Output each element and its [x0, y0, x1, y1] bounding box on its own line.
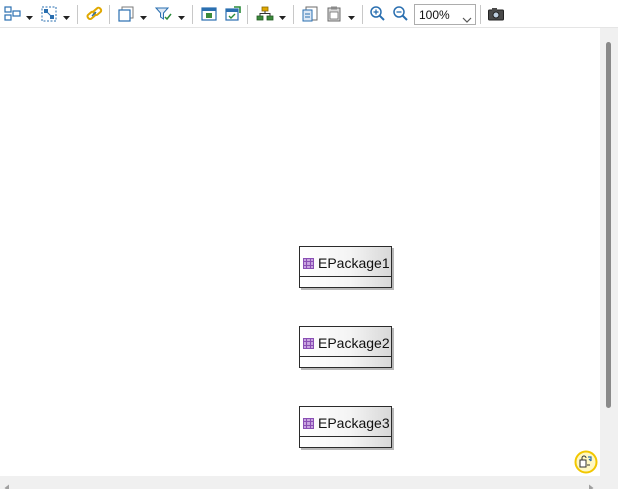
node-header: EPackage3 — [300, 407, 391, 437]
diagram-toolbar: 100% — [0, 0, 618, 28]
copy-format-icon[interactable] — [301, 5, 319, 23]
toolbar-separator — [362, 5, 363, 24]
epackage-icon — [303, 336, 314, 349]
epackage-node[interactable]: EPackage3 — [299, 406, 392, 448]
zoom-value: 100% — [419, 8, 450, 22]
zoom-out-icon[interactable] — [392, 5, 410, 23]
node-header: EPackage2 — [300, 327, 391, 357]
connection-status-icon[interactable] — [574, 450, 598, 474]
vertical-scrollbar[interactable] — [600, 28, 618, 476]
filters-dropdown-icon[interactable] — [177, 9, 186, 20]
layout-icon[interactable] — [256, 5, 274, 23]
scroll-right-icon[interactable] — [587, 479, 595, 489]
toolbar-separator — [77, 5, 78, 24]
horizontal-scrollbar[interactable] — [0, 476, 618, 489]
layout-dropdown-icon[interactable] — [278, 9, 287, 20]
epackage-icon — [303, 416, 314, 429]
layers-icon[interactable] — [117, 5, 135, 23]
show-elements-icon[interactable] — [200, 5, 218, 23]
vertical-scrollbar-thumb[interactable] — [606, 42, 611, 408]
select-all-dropdown-icon[interactable] — [62, 9, 71, 20]
toolbar-separator — [247, 5, 248, 24]
epackage-icon — [303, 256, 314, 269]
chevron-down-icon[interactable] — [462, 11, 472, 23]
paste-format-dropdown-icon[interactable] — [347, 9, 356, 20]
diagram-editor: 100% EPackage1 EPackage2 EPackage3 — [0, 0, 618, 489]
export-image-icon[interactable] — [487, 5, 505, 23]
node-header: EPackage1 — [300, 247, 391, 277]
filters-icon[interactable] — [154, 5, 172, 23]
toolbar-separator — [109, 5, 110, 24]
toolbar-separator — [293, 5, 294, 24]
layers-dropdown-icon[interactable] — [139, 9, 148, 20]
scroll-left-icon[interactable] — [3, 479, 11, 489]
epackage-node[interactable]: EPackage2 — [299, 326, 392, 368]
node-label: EPackage2 — [318, 335, 390, 351]
hide-elements-icon[interactable] — [224, 5, 242, 23]
select-all-icon[interactable] — [40, 5, 58, 23]
arrange-all-icon[interactable] — [4, 5, 22, 23]
toolbar-separator — [192, 5, 193, 24]
zoom-in-icon[interactable] — [369, 5, 387, 23]
node-label: EPackage3 — [318, 415, 390, 431]
toolbar-separator — [480, 5, 481, 24]
zoom-combo[interactable]: 100% — [414, 4, 476, 25]
arrange-all-dropdown-icon[interactable] — [25, 9, 34, 20]
diagram-canvas[interactable]: EPackage1 EPackage2 EPackage3 — [0, 28, 600, 476]
paste-format-icon[interactable] — [325, 5, 343, 23]
link-icon[interactable] — [85, 5, 103, 23]
epackage-node[interactable]: EPackage1 — [299, 246, 392, 288]
node-label: EPackage1 — [318, 255, 390, 271]
